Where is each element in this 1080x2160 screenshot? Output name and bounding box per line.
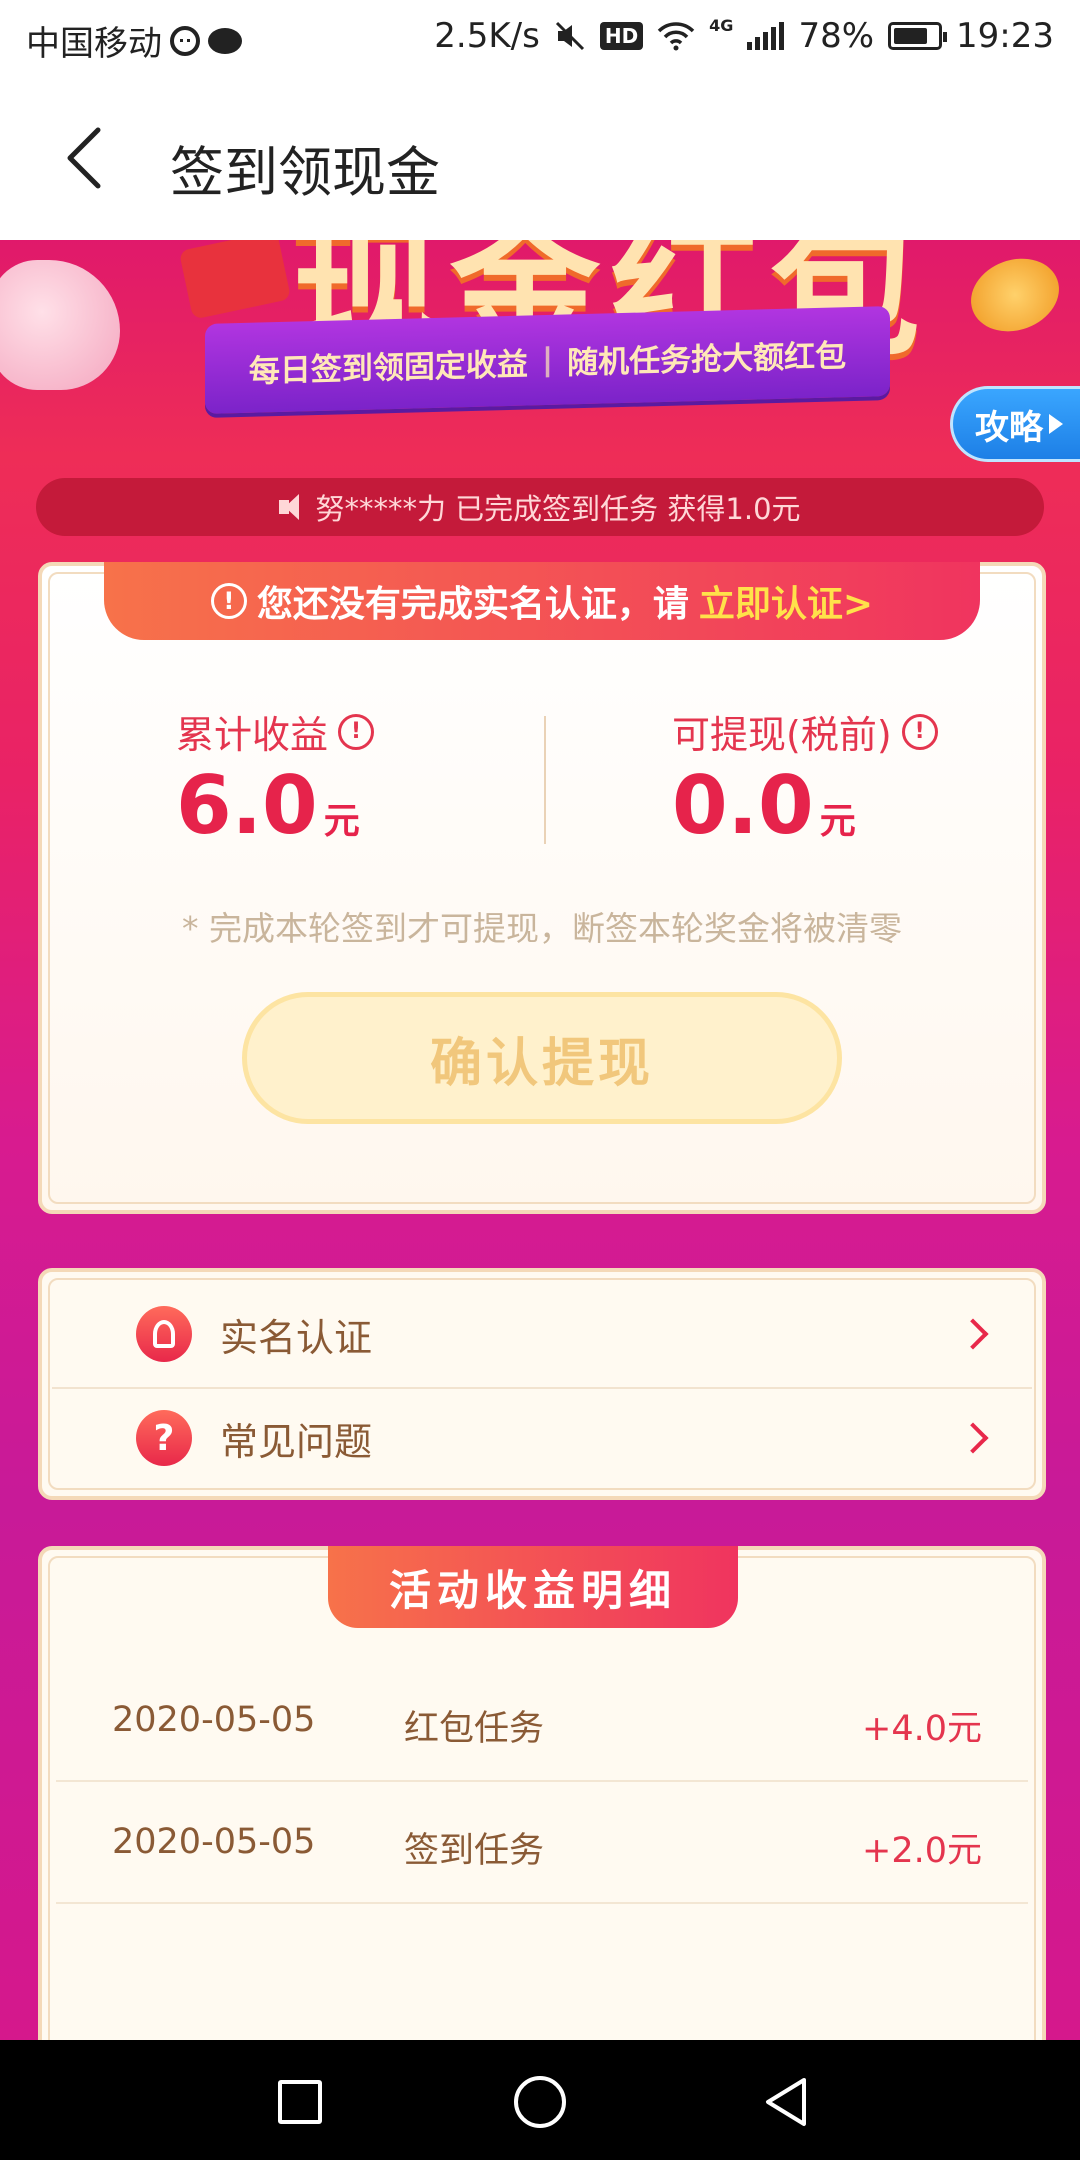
id-stamp-icon (136, 1306, 192, 1362)
banner-ribbon: 每日签到领固定收益 | 随机任务抢大额红包 (205, 306, 890, 414)
verify-banner[interactable]: ! 您还没有完成实名认证，请 立即认证> (104, 562, 980, 640)
detail-row: 2020-05-05 签到任务 +2.0元 (56, 1782, 1028, 1904)
clock: 19:23 (956, 16, 1054, 56)
notice-text: 努*****力 已完成签到任务 获得1.0元 (315, 492, 801, 526)
title-bar: 签到领现金 (0, 76, 1080, 240)
confirm-withdraw-button[interactable]: 确认提现 (242, 992, 842, 1124)
nav-back-button[interactable] (756, 2072, 816, 2132)
speaker-icon (279, 494, 307, 520)
battery-percent: 78% (798, 16, 875, 56)
carrier-label: 中国移动 (26, 24, 162, 64)
system-nav-bar (0, 2040, 1080, 2160)
stat-divider (544, 716, 546, 844)
detail-amount: +4.0元 (862, 1709, 982, 1749)
hand-decoration (0, 260, 120, 390)
menu-card: 实名认证 ? 常见问题 (38, 1268, 1046, 1500)
network-type: 4G (709, 16, 734, 35)
withdraw-hint: * 完成本轮签到才可提现，断签本轮奖金将被清零 (182, 909, 902, 948)
notice-marquee: 努*****力 已完成签到任务 获得1.0元 (36, 478, 1044, 536)
message-icon (170, 25, 200, 56)
network-speed: 2.5K/s (434, 16, 540, 56)
home-button[interactable] (514, 2076, 566, 2128)
coin-decoration (960, 246, 1070, 344)
earnings-card: ! 您还没有完成实名认证，请 立即认证> 累计收益 ! 6.0 元 可提现(税前)… (38, 562, 1046, 1214)
main-content: 现金红包 每日签到领固定收益 | 随机任务抢大额红包 攻略 努*****力 已完… (0, 240, 1080, 2040)
detail-amount: +2.0元 (862, 1831, 982, 1871)
earnings-detail-card: 活动收益明细 2020-05-05 红包任务 +4.0元 2020-05-05 … (38, 1546, 1046, 2040)
menu-item-faq[interactable]: ? 常见问题 (42, 1386, 1042, 1490)
chevron-right-icon (957, 1318, 989, 1350)
detail-task: 红包任务 (404, 1709, 545, 1749)
withdrawable-value: 0.0 (672, 759, 814, 852)
strategy-label: 攻略 (975, 407, 1043, 448)
ribbon-separator: | (541, 341, 554, 379)
detail-date: 2020-05-05 (112, 1700, 316, 1740)
status-bar: 中国移动 2.5K/s HD 4G 78% 19:23 (0, 0, 1080, 76)
battery-icon (888, 22, 948, 50)
mute-icon (555, 21, 584, 51)
info-icon[interactable]: ! (338, 713, 375, 750)
menu-item-label: 常见问题 (220, 1419, 373, 1464)
detail-task: 签到任务 (404, 1831, 545, 1871)
withdrawable-earnings: 可提现(税前) ! 0.0 元 (672, 704, 938, 852)
withdrawable-label: 可提现(税前) (672, 713, 892, 757)
chevron-right-icon (957, 1422, 989, 1454)
menu-item-real-name[interactable]: 实名认证 (42, 1282, 1042, 1386)
battery-fill (894, 28, 927, 44)
ribbon-text-left: 每日签到领固定收益 (248, 346, 528, 390)
detail-title: 活动收益明细 (328, 1546, 738, 1628)
strategy-button[interactable]: 攻略 (950, 386, 1080, 462)
envelope-decoration (178, 240, 292, 320)
verify-text: 您还没有完成实名认证，请 (256, 584, 689, 625)
total-earnings-unit: 元 (323, 801, 360, 842)
verify-now-link[interactable]: 立即认证> (699, 575, 873, 627)
total-earnings-value: 6.0 (176, 759, 318, 852)
detail-date: 2020-05-05 (112, 1822, 316, 1862)
page-title: 签到领现金 (170, 141, 440, 204)
menu-item-label: 实名认证 (220, 1315, 373, 1360)
play-triangle-icon (1049, 414, 1063, 434)
hd-badge: HD (599, 22, 644, 50)
promo-banner: 现金红包 每日签到领固定收益 | 随机任务抢大额红包 (0, 240, 1080, 480)
total-earnings-label: 累计收益 (176, 713, 329, 757)
withdrawable-unit: 元 (819, 801, 856, 842)
info-icon[interactable]: ! (901, 713, 938, 750)
chat-icon (208, 27, 242, 54)
wifi-icon (657, 22, 695, 51)
total-earnings: 累计收益 ! 6.0 元 (176, 704, 375, 852)
detail-row: 2020-05-05 红包任务 +4.0元 (56, 1660, 1028, 1782)
back-arrow-icon[interactable] (60, 126, 110, 190)
recents-button[interactable] (278, 2080, 322, 2124)
question-icon: ? (136, 1410, 192, 1466)
alert-icon: ! (210, 583, 247, 619)
ribbon-text-right: 随机任务抢大额红包 (567, 337, 847, 381)
signal-icon (747, 22, 785, 50)
